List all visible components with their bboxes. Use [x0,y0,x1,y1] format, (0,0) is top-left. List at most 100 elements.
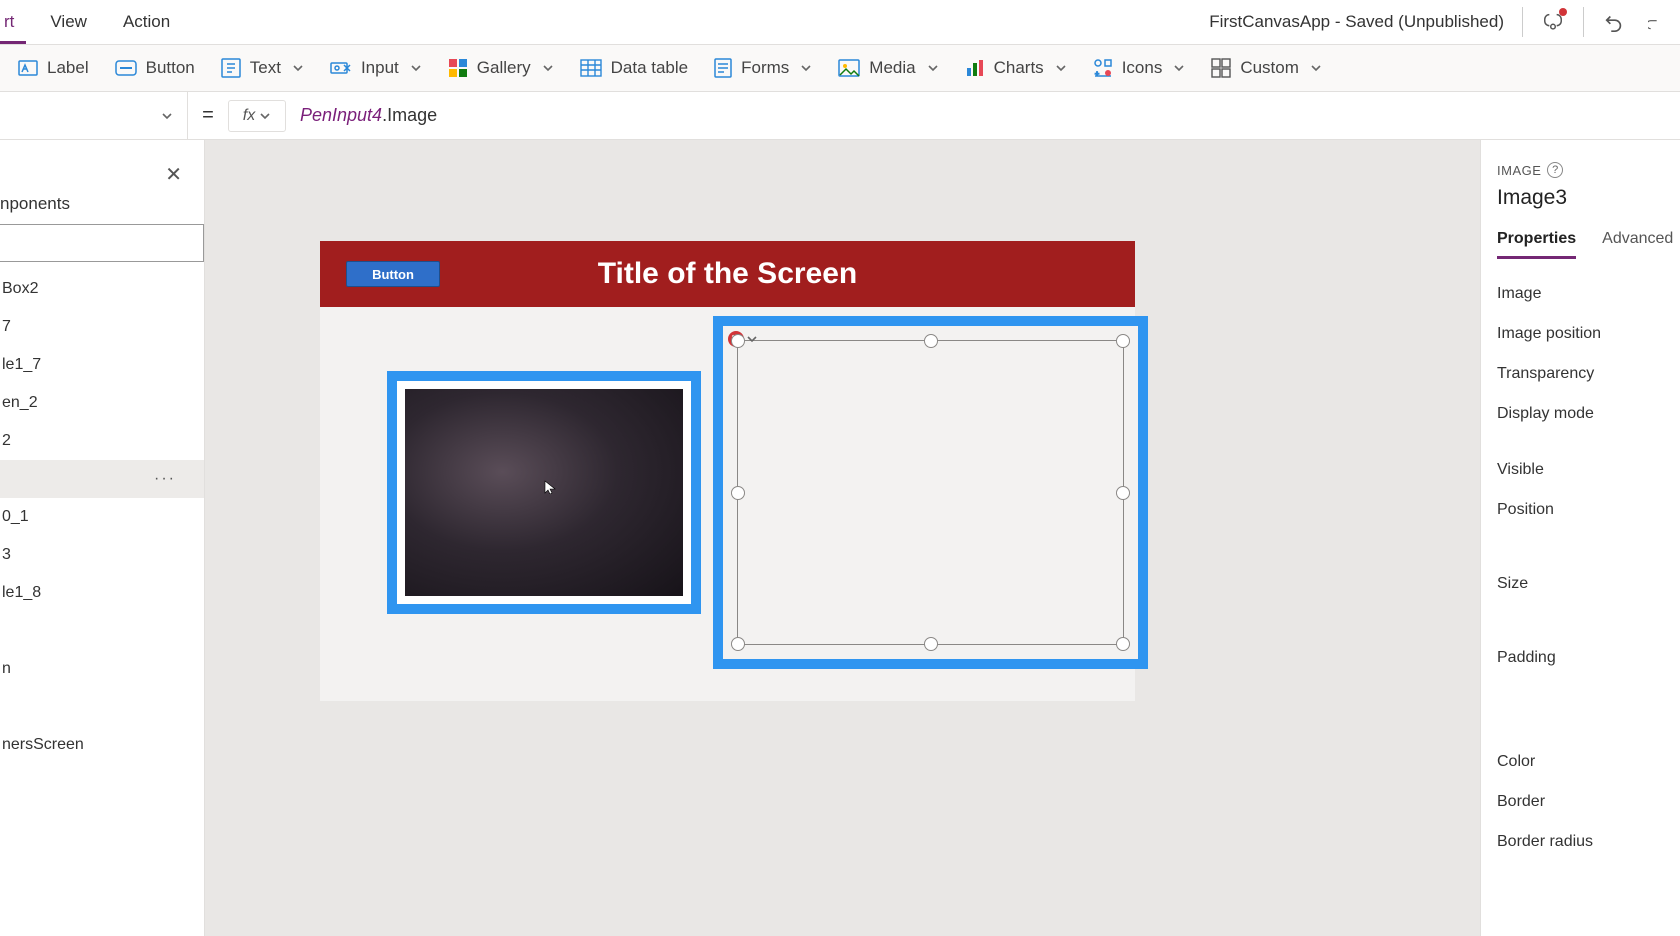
ribbon-text[interactable]: Text [221,58,304,78]
header-button[interactable]: Button [346,261,440,287]
main-area: ✕ nponents Box27le1_7en_22···0_13le1_8nn… [0,140,1680,936]
resize-handle[interactable] [924,334,938,348]
ribbon-media[interactable]: Media [838,58,938,78]
ribbon-custom-text: Custom [1240,58,1299,78]
tree-search-input[interactable] [0,224,204,262]
save-status: FirstCanvasApp - Saved (Unpublished) [1209,12,1504,32]
ribbon-label-text: Label [47,58,89,78]
prop-position[interactable]: Position [1497,501,1680,519]
chevron-down-icon[interactable] [746,333,758,345]
property-dropdown[interactable] [0,92,188,139]
prop-border-radius[interactable]: Border radius [1497,833,1680,851]
tree-item[interactable] [0,612,204,650]
resize-handle[interactable] [731,486,745,500]
tree-item[interactable]: nersScreen [0,726,204,764]
tree-item[interactable] [0,688,204,726]
tree-item[interactable]: 3 [0,536,204,574]
prop-size[interactable]: Size [1497,575,1680,593]
image-placeholder [405,389,683,596]
ribbon-input-text: Input [361,58,399,78]
insert-ribbon: Label Button Text Input Gallery Data tab… [0,44,1680,92]
property-group: Color Border Border radius [1497,753,1680,851]
image-control-selected[interactable] [713,316,1148,669]
fx-button[interactable]: fx [228,100,286,132]
ribbon-button-text: Button [146,58,195,78]
ribbon-media-text: Media [869,58,915,78]
resize-handle[interactable] [1116,637,1130,651]
property-group: Visible Position Size Padding [1497,461,1680,667]
resize-handle[interactable] [1116,486,1130,500]
fx-label: fx [243,107,255,125]
more-icon[interactable]: ··· [154,470,176,488]
tree-item[interactable]: 7 [0,308,204,346]
ribbon-charts[interactable]: Charts [965,58,1067,78]
svg-text:+: + [1095,71,1099,78]
resize-handle[interactable] [1116,334,1130,348]
menu-right: FirstCanvasApp - Saved (Unpublished) [1209,7,1680,37]
properties-panel: IMAGE ? Image3 Properties Advanced Image… [1480,140,1680,936]
tree-item[interactable]: 0_1 [0,498,204,536]
selection-bounds [737,340,1124,645]
control-type-label: IMAGE ? [1497,162,1680,178]
cursor-icon [544,480,558,494]
tree-item[interactable]: n [0,650,204,688]
app-checker-icon[interactable] [1541,10,1565,34]
property-group: Image Image position Transparency Displa… [1497,285,1680,423]
ribbon-charts-text: Charts [994,58,1044,78]
tab-advanced[interactable]: Advanced [1602,230,1673,259]
menu-tab-action[interactable]: Action [119,2,174,42]
tree-item[interactable]: ··· [0,460,204,498]
equals-sign: = [188,104,228,127]
tree-view-panel: ✕ nponents Box27le1_7en_22···0_13le1_8nn… [0,140,205,936]
tree-item[interactable]: 2 [0,422,204,460]
prop-image-position[interactable]: Image position [1497,325,1680,343]
resize-handle[interactable] [731,637,745,651]
prop-image[interactable]: Image [1497,285,1680,303]
ribbon-icons-text: Icons [1122,58,1163,78]
ribbon-gallery-text: Gallery [477,58,531,78]
tab-properties[interactable]: Properties [1497,230,1576,259]
prop-color[interactable]: Color [1497,753,1680,771]
formula-property: .Image [382,105,437,125]
control-name[interactable]: Image3 [1497,186,1680,210]
resize-handle[interactable] [731,334,745,348]
tree-item[interactable]: Box2 [0,270,204,308]
prop-border[interactable]: Border [1497,793,1680,811]
menu-tab-insert[interactable]: rt [0,2,18,42]
screen-header: Button Title of the Screen [320,241,1135,307]
ribbon-gallery[interactable]: Gallery [448,58,554,78]
ribbon-forms[interactable]: Forms [714,58,812,78]
ribbon-input[interactable]: Input [330,58,422,78]
undo-icon[interactable] [1602,10,1626,34]
redo-icon[interactable] [1644,10,1668,34]
help-icon[interactable]: ? [1547,162,1563,178]
formula-input[interactable]: PenInput4.Image [286,105,437,126]
menu-tabs: rt View Action FirstCanvasApp - Saved (U… [0,0,1680,44]
screen-title: Title of the Screen [320,257,1135,291]
prop-display-mode[interactable]: Display mode [1497,405,1680,423]
formula-object: PenInput4 [300,105,382,125]
ribbon-datatable-text: Data table [611,58,689,78]
close-icon[interactable]: ✕ [165,162,182,187]
prop-transparency[interactable]: Transparency [1497,365,1680,383]
prop-padding[interactable]: Padding [1497,649,1680,667]
divider [1583,7,1584,37]
ribbon-forms-text: Forms [741,58,789,78]
ribbon-icons[interactable]: + Icons [1093,58,1186,78]
app-screen: Button Title of the Screen [320,241,1135,701]
canvas-area[interactable]: Button Title of the Screen [205,140,1480,936]
tree-item[interactable]: le1_7 [0,346,204,384]
ribbon-datatable[interactable]: Data table [580,58,689,78]
divider [1522,7,1523,37]
ribbon-label[interactable]: Label [18,58,89,78]
ribbon-custom[interactable]: Custom [1211,58,1322,78]
ribbon-text-text: Text [250,58,281,78]
menu-tab-view[interactable]: View [46,2,91,42]
prop-visible[interactable]: Visible [1497,461,1680,479]
image-control-left[interactable] [387,371,701,614]
tree-item[interactable]: le1_8 [0,574,204,612]
resize-handle[interactable] [924,637,938,651]
tree-item[interactable]: en_2 [0,384,204,422]
ribbon-button[interactable]: Button [115,58,195,78]
panel-tabs: Properties Advanced [1497,230,1680,259]
